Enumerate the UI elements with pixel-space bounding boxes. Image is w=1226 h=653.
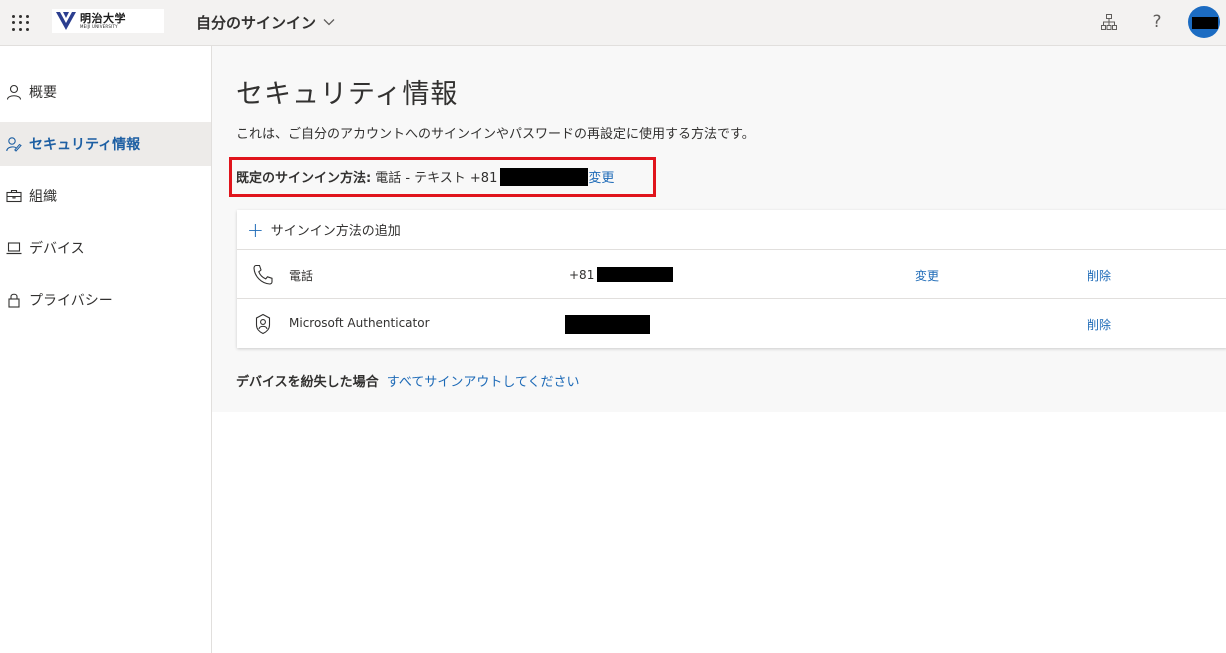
sidebar-item-organization[interactable]: 組織: [0, 174, 211, 218]
top-header: 明治大学 MEIJI UNIVERSITY 自分のサインイン ?: [0, 0, 1226, 46]
delete-authenticator-link[interactable]: 削除: [1087, 316, 1111, 333]
logo-main-text: 明治大学: [80, 12, 126, 25]
page-title: セキュリティ情報: [236, 79, 459, 110]
sidebar-item-devices[interactable]: デバイス: [0, 226, 211, 270]
delete-phone-link[interactable]: 削除: [1087, 267, 1111, 284]
phone-icon: [251, 263, 275, 287]
app-title-menu[interactable]: 自分のサインイン: [196, 10, 336, 34]
laptop-icon: [6, 240, 22, 256]
plus-icon: +: [247, 217, 264, 242]
briefcase-icon: [6, 188, 22, 204]
sign-in-methods-card: + サインイン方法の追加 電話 +81 変更 削除 Microsoft Auth…: [237, 210, 1226, 348]
university-logo[interactable]: 明治大学 MEIJI UNIVERSITY: [52, 9, 164, 33]
avatar[interactable]: [1188, 6, 1220, 38]
logo-sub-text: MEIJI UNIVERSITY: [80, 24, 118, 29]
lost-device-line: デバイスを紛失した場合 すべてサインアウトしてください: [236, 371, 580, 390]
redacted-phone-number: [597, 267, 674, 282]
sidebar: 概要 セキュリティ情報 組織 デバイス プライバシー: [0, 46, 212, 653]
lost-device-label: デバイスを紛失した場合: [236, 375, 379, 390]
sidebar-item-label: 組織: [29, 189, 57, 205]
org-chart-icon[interactable]: [1098, 11, 1120, 33]
person-icon: [6, 84, 22, 100]
add-method-label: サインイン方法の追加: [270, 224, 401, 239]
chevron-down-icon: [323, 19, 335, 26]
waffle-icon[interactable]: [10, 13, 30, 33]
app-title: 自分のサインイン: [196, 13, 317, 32]
method-name: Microsoft Authenticator: [289, 316, 430, 330]
sign-out-everywhere-link[interactable]: すべてサインアウトしてください: [387, 375, 580, 390]
sidebar-item-overview[interactable]: 概要: [0, 70, 211, 114]
security-info-icon: [6, 136, 22, 152]
add-sign-in-method-button[interactable]: + サインイン方法の追加: [237, 210, 1226, 250]
page-description: これは、ご自分のアカウントへのサインインやパスワードの再設定に使用する方法です。: [236, 127, 755, 142]
method-value: +81: [569, 267, 674, 282]
sidebar-item-label: 概要: [29, 85, 57, 101]
method-name: 電話: [289, 269, 314, 283]
authenticator-icon: [251, 312, 275, 336]
default-sign-in-method: 既定のサインイン方法: 電話 - テキスト +81 変更: [236, 167, 614, 186]
sidebar-item-privacy[interactable]: プライバシー: [0, 278, 211, 322]
method-value-prefix: +81: [569, 267, 595, 282]
method-row-authenticator: Microsoft Authenticator 削除: [237, 299, 1226, 348]
lock-icon: [6, 292, 22, 308]
sidebar-item-label: デバイス: [29, 241, 85, 257]
main-content: セキュリティ情報 これは、ご自分のアカウントへのサインインやパスワードの再設定に…: [212, 46, 1226, 412]
sidebar-item-label: プライバシー: [29, 293, 113, 309]
sidebar-item-label: セキュリティ情報: [29, 137, 141, 153]
redacted-phone-number: [500, 167, 589, 186]
redacted-device-name: [565, 315, 650, 334]
default-method-value: 電話 - テキスト +81: [375, 171, 498, 186]
change-phone-link[interactable]: 変更: [915, 267, 939, 284]
help-icon[interactable]: ?: [1146, 11, 1168, 33]
default-method-label: 既定のサインイン方法:: [236, 171, 372, 186]
default-method-change-link[interactable]: 変更: [588, 167, 614, 186]
logo-emblem-icon: [56, 12, 76, 30]
sidebar-item-security-info[interactable]: セキュリティ情報: [0, 122, 211, 166]
method-row-phone: 電話 +81 変更 削除: [237, 250, 1226, 299]
redacted-avatar-text: [1192, 17, 1218, 29]
